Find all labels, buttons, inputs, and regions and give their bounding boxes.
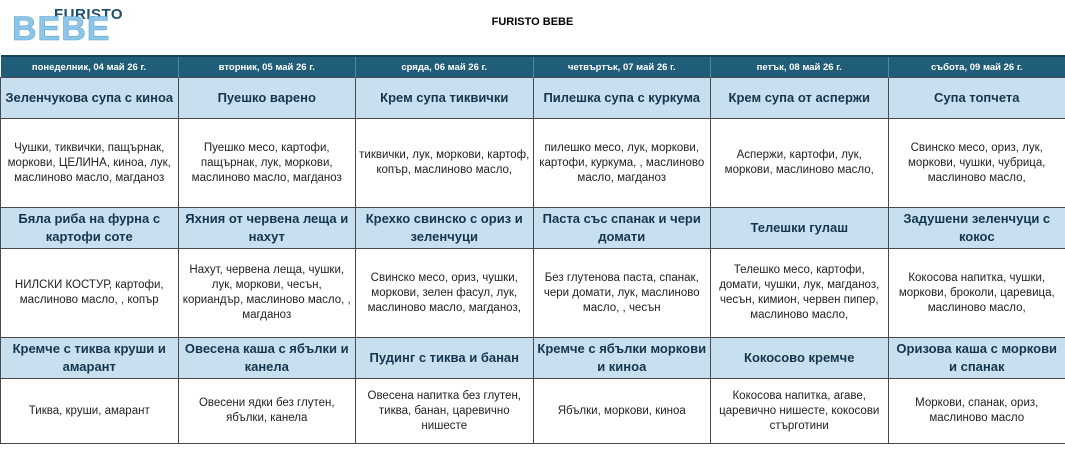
ingredients-cell: Овесени ядки без глутен, ябълки, канела [177, 378, 356, 444]
ingredients-row-2: НИЛСКИ КОСТУР, картофи, маслиново масло,… [0, 248, 1065, 338]
dish-name: Оризова каша с моркови и спанак [887, 337, 1065, 379]
dish-name: Кремче с тиква круши и амарант [0, 337, 179, 379]
dish-name: Кокосово кремче [710, 337, 889, 379]
dish-name: Яхния от червена леща и нахут [177, 207, 356, 249]
date-header-saturday: събота, 09 май 26 г. [888, 55, 1065, 78]
ingredients-cell: Свинско месо, ориз, чушки, моркови, зеле… [355, 248, 534, 338]
dish-name: Зеленчукова супа с киноа [0, 77, 179, 119]
dish-row-3: Кремче с тиква круши и амарант Овесена к… [0, 337, 1065, 379]
ingredients-cell: Без глутенова паста, спанак, чери домати… [532, 248, 711, 338]
ingredients-cell: Овесена напитка без глутен, тиква, банан… [355, 378, 534, 444]
ingredients-cell: Аспержи, картофи, лук, моркови, маслинов… [710, 118, 889, 208]
dish-name: Задушени зеленчуци с кокос [887, 207, 1065, 249]
date-header-wednesday: сряда, 06 май 26 г. [355, 55, 534, 78]
ingredients-cell: Телешко месо, картофи, домати, чушки, лу… [710, 248, 889, 338]
dish-name: Кремче с ябълки моркови и киноа [532, 337, 711, 379]
dish-name: Крехко свинско с ориз и зеленчуци [355, 207, 534, 249]
ingredients-cell: Тиква, круши, амарант [0, 378, 179, 444]
dish-name: Паста със спанак и чери домати [532, 207, 711, 249]
ingredients-cell: Кокосова напитка, чушки, моркови, брокол… [887, 248, 1065, 338]
ingredients-cell: пилешко месо, лук, моркови, картофи, кур… [532, 118, 711, 208]
ingredients-cell: Пуешко месо, картофи, пащърнак, лук, мор… [177, 118, 356, 208]
page-title: FURISTO BEBE [491, 16, 574, 28]
dish-name: Супа топчета [887, 77, 1065, 119]
ingredients-row-1: Чушки, тиквички, пащърнак, моркови, ЦЕЛИ… [0, 118, 1065, 208]
dish-name: Овесена каша с ябълки и канела [177, 337, 356, 379]
dish-name: Бяла риба на фурна с картофи соте [0, 207, 179, 249]
date-header-tuesday: вторник, 05 май 26 г. [178, 55, 356, 78]
weekly-menu-table: понеделник, 04 май 26 г. вторник, 05 май… [0, 55, 1065, 444]
ingredients-cell: Кокосова напитка, агаве, царевично нишес… [710, 378, 889, 444]
dish-name: Крем супа от аспержи [710, 77, 889, 119]
dish-name: Пуешко варено [177, 77, 356, 119]
dish-name: Пудинг с тиква и банан [355, 337, 534, 379]
dish-name: Телешки гулаш [710, 207, 889, 249]
ingredients-cell: НИЛСКИ КОСТУР, картофи, маслиново масло,… [0, 248, 179, 338]
dish-name: Пилешка супа с куркума [532, 77, 711, 119]
date-header-friday: петък, 08 май 26 г. [710, 55, 889, 78]
ingredients-cell: тиквички, лук, моркови, картоф, копър, м… [355, 118, 534, 208]
dish-row-1: Зеленчукова супа с киноа Пуешко варено К… [0, 77, 1065, 119]
ingredients-cell: Моркови, спанак, ориз, маслиново масло [887, 378, 1065, 444]
date-header-thursday: четвъртък, 07 май 26 г. [533, 55, 711, 78]
ingredients-row-3: Тиква, круши, амарант Овесени ядки без г… [0, 378, 1065, 444]
ingredients-cell: Свинско месо, ориз, лук, моркови, чушки,… [887, 118, 1065, 208]
dish-name: Крем супа тиквички [355, 77, 534, 119]
dish-row-2: Бяла риба на фурна с картофи соте Яхния … [0, 207, 1065, 249]
ingredients-cell: Ябълки, моркови, киноа [532, 378, 711, 444]
ingredients-cell: Чушки, тиквички, пащърнак, моркови, ЦЕЛИ… [0, 118, 179, 208]
date-header-monday: понеделник, 04 май 26 г. [0, 55, 179, 78]
ingredients-cell: Нахут, червена леща, чушки, лук, моркови… [177, 248, 356, 338]
date-header-row: понеделник, 04 май 26 г. вторник, 05 май… [0, 55, 1065, 78]
